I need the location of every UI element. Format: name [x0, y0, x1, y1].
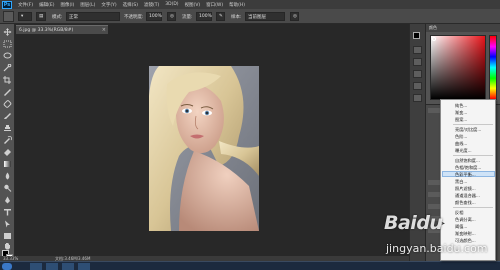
dodge-tool-icon[interactable]	[3, 184, 12, 192]
watermark-url: jingyan.baidu.com	[386, 242, 488, 255]
info-panel-icon[interactable]	[413, 70, 422, 78]
path-select-tool-icon[interactable]	[3, 220, 12, 228]
healing-brush-tool-icon[interactable]	[3, 100, 12, 108]
lasso-tool-icon[interactable]	[3, 52, 12, 60]
brush-tool-icon[interactable]	[3, 112, 12, 120]
pressure-size-icon[interactable]: ◎	[290, 12, 299, 21]
menu-item-levels[interactable]: 色阶...	[455, 134, 467, 139]
hand-tool-icon[interactable]	[3, 242, 12, 250]
airbrush-icon[interactable]: ✎	[216, 12, 225, 21]
move-tool-icon[interactable]	[3, 28, 12, 36]
portrait-photo	[149, 66, 259, 231]
os-taskbar	[0, 261, 500, 270]
color-panel-tab[interactable]: 颜色	[426, 24, 500, 32]
close-icon[interactable]: ×	[102, 27, 106, 33]
crop-tool-icon[interactable]	[3, 76, 12, 84]
opacity-input[interactable]: 100%	[146, 12, 162, 21]
document-tab-title: 6.jpg @ 33.3%(RGB/8#)	[19, 27, 74, 33]
document-image[interactable]	[149, 66, 259, 231]
eyedropper-tool-icon[interactable]	[3, 88, 12, 96]
tool-preset-picker[interactable]	[3, 11, 14, 22]
paragraph-panel-icon[interactable]	[413, 94, 422, 102]
menu-bar: Ps 文件(F) 编辑(E) 图像(I) 图层(L) 文字(Y) 选择(S) 滤…	[0, 0, 500, 9]
menu-item-solid-color[interactable]: 纯色...	[455, 103, 467, 108]
menu-separator	[453, 124, 493, 125]
sample-dropdown[interactable]: 当前图层	[245, 12, 285, 21]
panel-color-swatches[interactable]	[413, 32, 423, 42]
clone-stamp-tool-icon[interactable]	[3, 124, 12, 132]
color-picker-cursor[interactable]	[432, 37, 436, 41]
menu-item-curves[interactable]: 曲线...	[455, 141, 467, 146]
pen-tool-icon[interactable]	[3, 196, 12, 204]
menu-item-exposure[interactable]: 曝光度...	[455, 148, 472, 153]
mode-dropdown[interactable]: 正常	[66, 12, 120, 21]
menu-separator	[453, 155, 493, 156]
marquee-tool-icon[interactable]	[3, 40, 12, 48]
blur-tool-icon[interactable]	[3, 172, 12, 180]
menu-filter[interactable]: 滤镜(T)	[144, 2, 159, 8]
menu-layer[interactable]: 图层(L)	[80, 2, 95, 8]
hue-slider[interactable]	[489, 35, 497, 100]
menu-window[interactable]: 窗口(W)	[206, 2, 223, 8]
gradient-tool-icon[interactable]	[3, 160, 12, 168]
taskbar-app-icon[interactable]	[62, 263, 74, 270]
type-tool-icon[interactable]	[3, 208, 12, 216]
color-picker-field[interactable]	[430, 35, 486, 100]
brush-size-picker[interactable]: ▾	[18, 12, 32, 21]
options-bar: ▾ ▤ 模式: 正常 不透明度: 100% ◎ 流量: 100% ✎ 样本: 当…	[0, 9, 500, 24]
tools-panel	[0, 24, 15, 261]
menu-item-vibrance[interactable]: 自然饱和度...	[455, 158, 480, 163]
history-brush-tool-icon[interactable]	[3, 136, 12, 144]
menu-select[interactable]: 选择(S)	[123, 2, 138, 8]
history-panel-icon[interactable]	[413, 46, 422, 54]
menu-separator	[453, 207, 493, 208]
menu-file[interactable]: 文件(F)	[18, 2, 33, 8]
character-panel-icon[interactable]	[413, 82, 422, 90]
eraser-tool-icon[interactable]	[3, 148, 12, 156]
mode-label: 模式:	[52, 14, 63, 20]
menu-item-gradient[interactable]: 渐变...	[455, 110, 467, 115]
menu-3d[interactable]: 3D(D)	[165, 2, 178, 7]
quick-select-tool-icon[interactable]	[3, 64, 12, 72]
shape-tool-icon[interactable]	[3, 232, 12, 240]
menu-help[interactable]: 帮助(H)	[229, 2, 245, 8]
baidu-watermark: Baidu jingyan.baidu.com	[384, 212, 494, 260]
document-tab[interactable]: 6.jpg @ 33.3%(RGB/8#) ×	[16, 25, 108, 34]
photoshop-logo: Ps	[2, 0, 12, 9]
flow-label: 流量:	[182, 14, 193, 20]
color-panel-tab-label: 颜色	[429, 25, 437, 30]
menu-image[interactable]: 图像(I)	[60, 2, 74, 8]
taskbar-app-icon[interactable]	[46, 263, 58, 270]
menu-edit[interactable]: 编辑(E)	[39, 2, 54, 8]
menu-item-color-balance[interactable]: 色彩平衡...	[455, 172, 476, 177]
menu-item-color-lookup[interactable]: 颜色查找...	[455, 200, 476, 205]
menu-item-pattern[interactable]: 图案...	[455, 117, 467, 122]
menu-view[interactable]: 视图(V)	[185, 2, 201, 8]
properties-panel-icon[interactable]	[413, 58, 422, 66]
menu-item-photo-filter[interactable]: 照片滤镜...	[455, 186, 476, 191]
opacity-label: 不透明度:	[124, 14, 144, 20]
menu-type[interactable]: 文字(Y)	[101, 2, 116, 8]
menu-item-brightness-contrast[interactable]: 亮度/对比度...	[455, 127, 481, 132]
menu-item-channel-mixer[interactable]: 通道混合器...	[455, 193, 480, 198]
brush-panel-toggle[interactable]: ▤	[36, 12, 46, 21]
taskbar-app-icon[interactable]	[78, 263, 90, 270]
menu-item-hue-saturation[interactable]: 色相/饱和度...	[455, 165, 481, 170]
foreground-color-swatch[interactable]	[413, 32, 420, 39]
start-button-icon[interactable]	[2, 263, 12, 270]
sample-label: 样本:	[231, 14, 242, 20]
menu-item-black-white[interactable]: 黑白...	[455, 179, 467, 184]
baidu-logo: Baidu	[384, 212, 443, 234]
taskbar-app-icon[interactable]	[30, 263, 42, 270]
pressure-opacity-icon[interactable]: ◎	[167, 12, 176, 21]
flow-input[interactable]: 100%	[196, 12, 212, 21]
